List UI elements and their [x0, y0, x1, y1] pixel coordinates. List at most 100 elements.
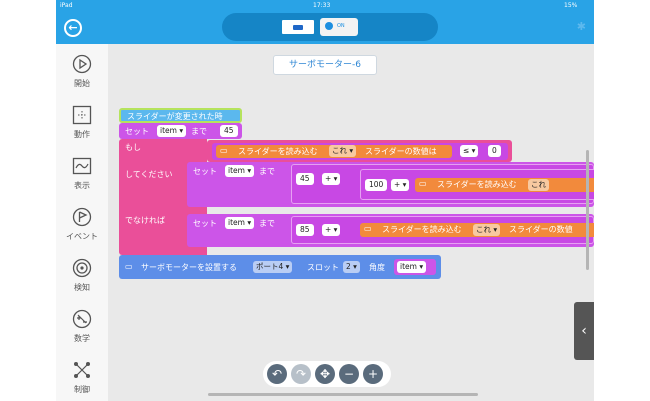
value-input[interactable]: 45 [220, 125, 238, 137]
flag-icon [72, 207, 92, 227]
var-dropdown[interactable]: item ▾ [225, 217, 255, 229]
device-icon [293, 25, 303, 30]
chevron-left-icon: ‹ [581, 323, 587, 339]
category-sensing[interactable]: 検知 [56, 252, 108, 298]
slider-icon: ▭ [364, 224, 372, 233]
then-label: してください [125, 170, 173, 179]
set-block-2[interactable]: セット item ▾ まで 45 + ▾ 100 + ▾ ▭ スライダーを読み込… [187, 162, 594, 207]
undo-button[interactable]: ↶ [267, 364, 287, 384]
var-dropdown[interactable]: item ▾ [397, 261, 427, 273]
device-name: iPad [60, 2, 73, 9]
canvas-toolbar: ↶ ↷ ✥ − + [263, 361, 391, 387]
slider-icon: ▭ [220, 146, 228, 155]
status-bar: iPad 17:33 15% [56, 0, 594, 12]
slider-read-label: スライダーを読み込む [437, 180, 517, 189]
set-label: セット [193, 219, 217, 228]
op-plus-label: + [325, 225, 332, 234]
set-block-3[interactable]: セット item ▾ まで 85 + ▾ ▭ スライダーを読み込む これ ▾ ス… [187, 214, 594, 247]
bluetooth-icon[interactable]: ✱ [577, 20, 586, 33]
slider-read-block[interactable]: ▭ スライダーを読み込む これ ▾ スライダーの数値 [360, 223, 594, 237]
device-switcher: ON [222, 13, 438, 41]
slot-value: 2 [346, 262, 351, 271]
slider-read-label: スライダーを読み込む [382, 225, 462, 234]
slider-read-block[interactable]: ▭ スライダーを読み込む これ ▾ スライダーの数値は [216, 145, 452, 158]
value-input[interactable]: 45 [296, 173, 314, 185]
this-label: これ [531, 180, 546, 189]
if-label: もし [125, 143, 141, 152]
port-dropdown[interactable]: ポート4 ▾ [253, 261, 293, 273]
plus-block-inner[interactable]: 100 + ▾ ▭ スライダーを読み込む これ [360, 169, 594, 200]
set-label: セット [193, 167, 217, 176]
device2-icon [325, 22, 333, 30]
plus-block[interactable]: 85 + ▾ ▭ スライダーを読み込む これ ▾ スライダーの数値 [291, 216, 594, 244]
var-dropdown[interactable]: item ▾ [157, 125, 187, 137]
category-label: 検知 [74, 283, 90, 292]
device2-label: ON [337, 23, 345, 29]
move-icon [72, 105, 92, 125]
project-title[interactable]: サーボモーター-6 [273, 55, 377, 75]
this-dropdown[interactable]: これ [528, 179, 549, 191]
servo-block[interactable]: ▭ サーボモーターを設置する ポート4 ▾ スロット 2 ▾ 角度 item ▾ [119, 255, 441, 279]
value-input[interactable]: 85 [296, 224, 314, 236]
hat-label: スライダーが変更された時 [127, 112, 223, 121]
op-plus-dropdown[interactable]: + ▾ [322, 173, 341, 185]
angle-label: 角度 [369, 263, 385, 272]
op-plus-dropdown[interactable]: + ▾ [322, 224, 341, 236]
pan-button[interactable]: ✥ [315, 364, 335, 384]
zoom-in-button[interactable]: + [363, 364, 383, 384]
horizontal-scrollbar[interactable] [208, 393, 478, 396]
category-math[interactable]: 数学 [56, 303, 108, 349]
slot-label: スロット [307, 263, 339, 272]
this-label: これ [332, 146, 347, 155]
slot-dropdown[interactable]: 2 ▾ [343, 261, 360, 273]
undo-icon: ↶ [271, 367, 283, 381]
var-label: item [228, 218, 245, 227]
op-le-dropdown[interactable]: ≤ ▾ [460, 145, 479, 157]
set-block-1[interactable]: セット item ▾ まで 45 [119, 123, 242, 139]
zoom-out-button[interactable]: − [339, 364, 359, 384]
category-start[interactable]: 開始 [56, 48, 108, 94]
this-label: これ [476, 225, 491, 234]
var-dropdown[interactable]: item ▾ [225, 165, 255, 177]
this-dropdown[interactable]: これ ▾ [473, 224, 501, 236]
slider-read-block[interactable]: ▭ スライダーを読み込む これ [415, 178, 594, 192]
top-bar: ← ON ✱ [56, 12, 594, 44]
display-icon [72, 157, 92, 175]
slider-value-label: スライダーの数値 [509, 225, 573, 234]
var-label: item [228, 166, 245, 175]
clock: 17:33 [313, 2, 331, 9]
vertical-scrollbar[interactable] [586, 150, 589, 270]
op-plus-dropdown[interactable]: + ▾ [391, 179, 410, 191]
slider-read-label: スライダーを読み込む [238, 147, 318, 156]
redo-icon: ↷ [295, 367, 307, 381]
category-motion[interactable]: 動作 [56, 99, 108, 145]
category-label: イベント [66, 232, 98, 241]
op-plus-label: + [325, 174, 332, 183]
set-label: セット [125, 127, 149, 136]
servo-label: サーボモーターを設置する [141, 263, 237, 272]
value-input[interactable]: 100 [365, 179, 388, 191]
category-label: 数学 [74, 334, 90, 343]
compare-block[interactable]: ▭ スライダーを読み込む これ ▾ スライダーの数値は ≤ ▾ 0 [212, 143, 508, 160]
var-label: item [400, 262, 417, 271]
op-plus-label: + [394, 180, 401, 189]
made-label: まで [259, 167, 275, 176]
sensor-icon [72, 258, 92, 278]
category-event[interactable]: イベント [56, 201, 108, 247]
app-frame: iPad 17:33 15% ← ON ✱ 開始 動作 表示 イベント 検知 数… [56, 0, 594, 401]
category-display[interactable]: 表示 [56, 150, 108, 196]
category-sidebar: 開始 動作 表示 イベント 検知 数学 制御 [56, 44, 108, 401]
device-tab-1[interactable] [280, 18, 316, 36]
this-dropdown[interactable]: これ ▾ [329, 145, 357, 157]
device-tab-2[interactable]: ON [320, 18, 358, 36]
minus-icon: − [343, 367, 355, 381]
category-label: 制御 [74, 385, 90, 394]
category-control[interactable]: 制御 [56, 354, 108, 400]
panel-toggle-tab[interactable]: ‹ [574, 302, 594, 360]
event-hat-block[interactable]: スライダーが変更された時 [119, 108, 242, 123]
plus-block-outer[interactable]: 45 + ▾ 100 + ▾ ▭ スライダーを読み込む これ [291, 164, 594, 204]
compare-value[interactable]: 0 [488, 145, 501, 157]
item-reporter[interactable]: item ▾ [394, 259, 436, 275]
redo-button[interactable]: ↷ [291, 364, 311, 384]
back-button[interactable]: ← [64, 19, 82, 37]
